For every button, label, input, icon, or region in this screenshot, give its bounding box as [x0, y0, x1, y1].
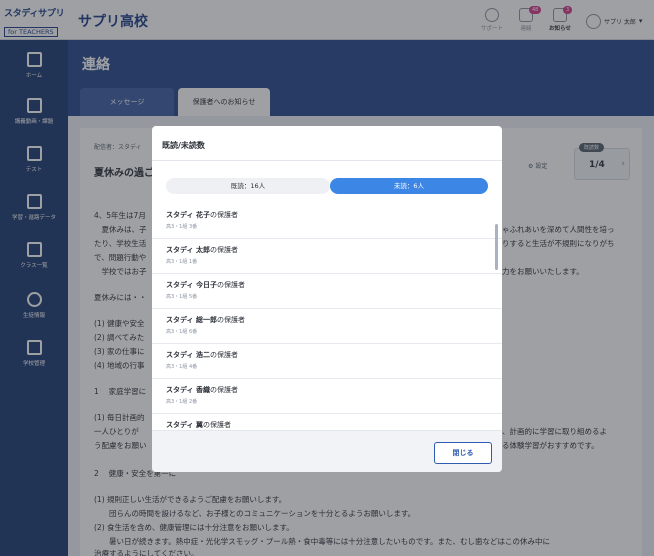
divider [152, 160, 502, 161]
guardian-name: スタディ 翼の保護者 [166, 420, 502, 430]
list-item: スタディ 浩二の保護者 高3・1組 4番 [152, 344, 502, 379]
guardian-name: スタディ 太郎の保護者 [166, 245, 502, 255]
dialog-footer: 閉じる [152, 430, 502, 472]
student-name: スタディ 太郎 [166, 246, 210, 254]
student-name: スタディ 総一郎 [166, 316, 217, 324]
guardian-suffix: の保護者 [209, 351, 238, 359]
student-name: スタディ 翼 [166, 421, 203, 429]
guardian-name: スタディ 今日子の保護者 [166, 280, 502, 290]
guardian-name: スタディ 浩二の保護者 [166, 350, 502, 360]
guardian-name: スタディ 花子の保護者 [166, 210, 502, 220]
guardian-name: スタディ 香織の保護者 [166, 385, 502, 395]
list-item: スタディ 香織の保護者 高3・1組 2番 [152, 379, 502, 414]
read-status-dialog: 既読/未読数 既読：16人 未読：6人 スタディ 花子の保護者 高3・1組 3番… [152, 126, 502, 472]
student-name: スタディ 今日子 [166, 281, 217, 289]
class-label: 高3・1組 2番 [166, 399, 198, 405]
tab-unread[interactable]: 未読：6人 [330, 178, 488, 194]
dialog-title: 既読/未読数 [162, 141, 205, 150]
close-button[interactable]: 閉じる [434, 442, 492, 464]
class-label: 高3・1組 5番 [166, 294, 198, 300]
guardian-suffix: の保護者 [209, 211, 238, 219]
list-item: スタディ 太郎の保護者 高3・1組 1番 [152, 239, 502, 274]
student-name: スタディ 浩二 [166, 351, 210, 359]
class-label: 高3・1組 6番 [166, 329, 198, 335]
list-item: スタディ 今日子の保護者 高3・1組 5番 [152, 274, 502, 309]
student-name: スタディ 花子 [166, 211, 210, 219]
list-item: スタディ 花子の保護者 高3・1組 3番 [152, 204, 502, 239]
class-label: 高3・1組 4番 [166, 364, 198, 370]
list-scrollbar[interactable] [495, 224, 498, 270]
class-label: 高3・1組 1番 [166, 259, 198, 265]
guardian-list[interactable]: スタディ 花子の保護者 高3・1組 3番 スタディ 太郎の保護者 高3・1組 1… [152, 204, 502, 430]
guardian-suffix: の保護者 [216, 281, 245, 289]
class-label: 高3・1組 3番 [166, 224, 198, 230]
guardian-suffix: の保護者 [209, 246, 238, 254]
guardian-suffix: の保護者 [209, 386, 238, 394]
guardian-suffix: の保護者 [202, 421, 231, 429]
student-name: スタディ 香織 [166, 386, 210, 394]
tab-read[interactable]: 既読：16人 [166, 178, 330, 194]
list-item: スタディ 翼の保護者 [152, 414, 502, 430]
list-item: スタディ 総一郎の保護者 高3・1組 6番 [152, 309, 502, 344]
guardian-name: スタディ 総一郎の保護者 [166, 315, 502, 325]
guardian-suffix: の保護者 [216, 316, 245, 324]
